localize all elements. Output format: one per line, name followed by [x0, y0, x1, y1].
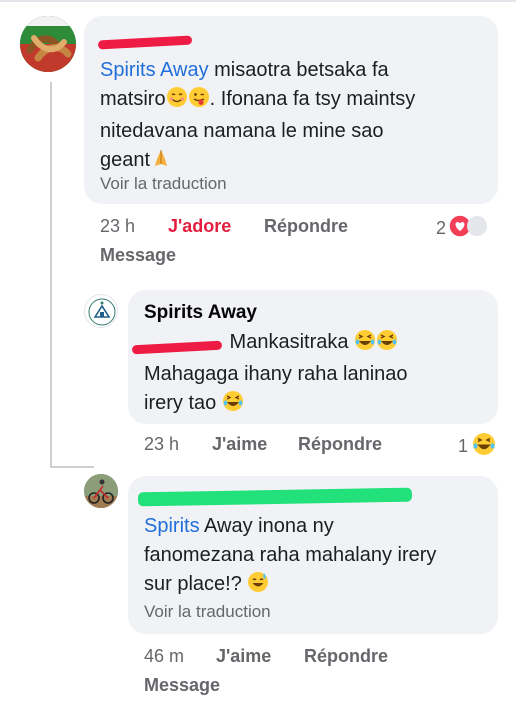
reaction-placeholder-icon — [466, 215, 488, 242]
thread-line — [50, 82, 52, 466]
grinning-sweat-icon — [247, 571, 269, 602]
timestamp[interactable]: 46 m — [144, 646, 184, 667]
like-button[interactable]: J'aime — [212, 434, 267, 455]
laughing-tears-icon — [222, 390, 244, 421]
comment-line: Spirits Away misaotra betsaka fa — [100, 59, 389, 81]
comment-line: irery tao — [144, 389, 490, 421]
comment-line: Mankasitraka — [144, 328, 490, 360]
laughing-tears-icon — [376, 329, 398, 360]
redaction-mark — [137, 487, 413, 507]
comment-actions: 46 m J'aime Répondre Message — [144, 644, 464, 704]
smiling-face-icon — [166, 86, 188, 117]
comment-text: Spirits Away misaotra betsaka fa matsiro… — [100, 56, 490, 178]
comment-text: Mankasitraka Mahagaga ihany raha laninao… — [144, 328, 490, 421]
thread-line — [50, 466, 94, 468]
reaction-summary[interactable]: 1 — [458, 432, 496, 461]
see-translation-link[interactable]: Voir la traduction — [100, 174, 227, 194]
author-name[interactable]: Spirits Away — [144, 302, 257, 324]
cyclist-photo-icon — [84, 474, 118, 508]
avatar-image-icon — [20, 16, 76, 72]
comment-line: Spirits Away inona ny — [144, 515, 334, 537]
reply-button[interactable]: Répondre — [304, 646, 388, 667]
mention-link[interactable]: Spirits Away — [100, 59, 209, 81]
like-button[interactable]: J'aime — [216, 646, 271, 667]
reaction-count: 1 — [458, 436, 469, 456]
comment-bubble: Spirits Away inona ny fanomezana raha ma… — [128, 476, 498, 634]
avatar[interactable] — [84, 294, 118, 328]
reaction-count: 2 — [436, 218, 447, 238]
haha-reaction-icon — [472, 432, 496, 461]
tongue-wink-icon — [188, 86, 210, 117]
reaction-summary[interactable]: 2 — [436, 214, 488, 243]
timestamp[interactable]: 23 h — [100, 216, 135, 237]
mention-link[interactable]: Spirits — [144, 515, 200, 537]
comment-bubble: Spirits Away misaotra betsaka fa matsiro… — [84, 16, 498, 204]
comment-text: Spirits Away inona ny fanomezana raha ma… — [144, 512, 490, 602]
redaction-mark — [97, 35, 193, 50]
comment-line: sur place!? — [144, 570, 490, 602]
laughing-tears-icon — [354, 329, 376, 360]
reply-button[interactable]: Répondre — [264, 216, 348, 237]
avatar[interactable] — [84, 474, 118, 508]
timestamp[interactable]: 23 h — [144, 434, 179, 455]
top-divider — [0, 0, 516, 2]
see-translation-link[interactable]: Voir la traduction — [144, 602, 271, 622]
comment-bubble: Spirits Away Mankasitraka Mahagaga ihany… — [128, 290, 498, 424]
message-button[interactable]: Message — [100, 245, 176, 266]
comment-line: Mahagaga ihany raha laninao — [144, 363, 408, 385]
love-reaction-button[interactable]: J'adore — [168, 216, 231, 237]
comment-actions: 23 h J'aime Répondre — [144, 434, 464, 464]
comment-line: nitedavana namana le mine sao — [100, 120, 384, 142]
spirits-away-logo-icon — [88, 298, 116, 326]
reply-button[interactable]: Répondre — [298, 434, 382, 455]
comment-line: matsiro. Ifonana fa tsy maintsy — [100, 85, 490, 117]
message-button[interactable]: Message — [144, 675, 220, 696]
avatar[interactable] — [20, 16, 76, 72]
comment-line: fanomezana raha mahalany irery — [144, 544, 437, 566]
